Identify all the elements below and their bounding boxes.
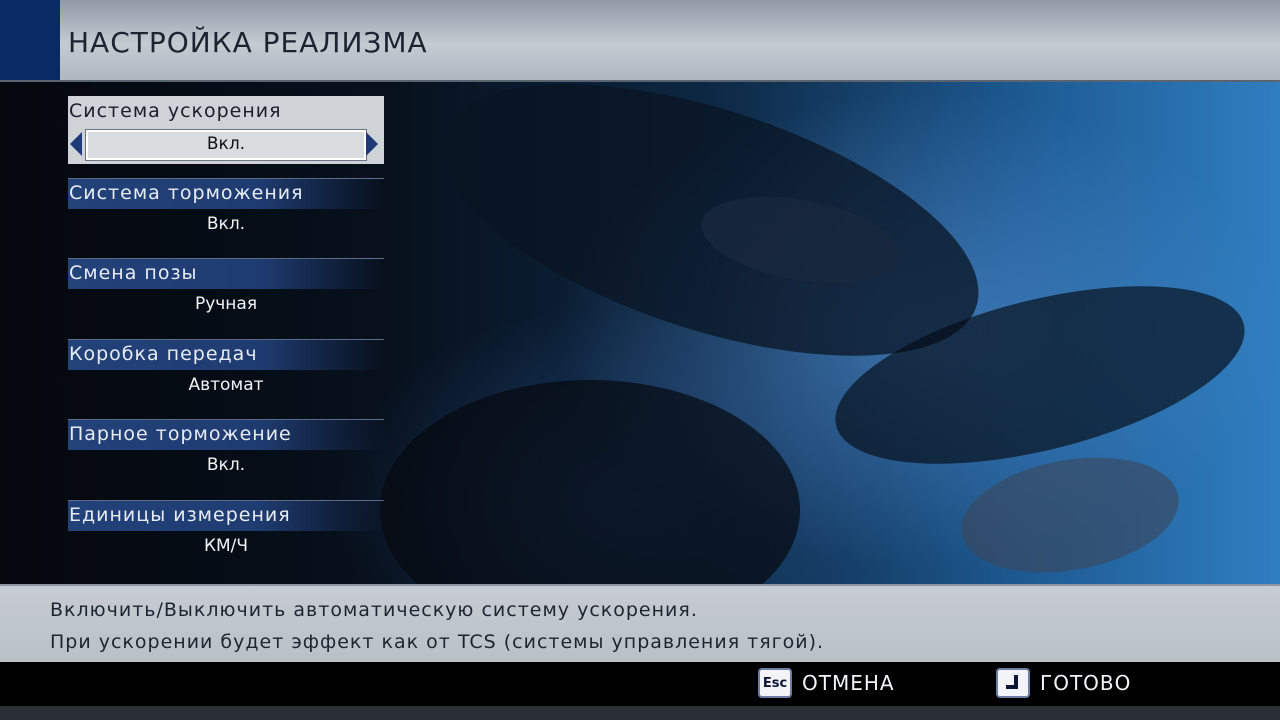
enter-key-icon [996,668,1030,698]
setting-label: Система ускорения [69,100,282,122]
cancel-button[interactable]: Esc ОТМЕНА [758,668,895,698]
setting-value: Автомат [188,375,264,395]
setting-acceleration-system[interactable]: Система ускорения Вкл. [68,96,384,164]
setting-braking-system[interactable]: Система торможения Вкл. [68,178,384,248]
setting-value: Вкл. [206,134,246,154]
footer-bar: Esc ОТМЕНА ГОТОВО [0,662,1280,720]
page-title: НАСТРОЙКА РЕАЛИЗМА [68,26,428,59]
setting-label: Коробка передач [69,343,258,365]
description-line-2: При ускорении будет эффект как от TCS (с… [50,631,825,653]
done-button[interactable]: ГОТОВО [996,668,1131,698]
description-line-1: Включить/Выключить автоматическую систем… [50,599,698,621]
setting-label: Смена позы [69,262,198,284]
esc-key-icon: Esc [758,668,792,698]
setting-combined-braking[interactable]: Парное торможение Вкл. [68,419,384,489]
setting-pose-change[interactable]: Смена позы Ручная [68,258,384,328]
bg-shape [952,441,1188,584]
setting-label: Единицы измерения [69,504,291,526]
bg-shape [380,380,800,584]
setting-gearbox[interactable]: Коробка передач Автомат [68,339,384,409]
setting-label: Парное торможение [69,423,292,445]
setting-value: Вкл. [206,214,246,234]
description-panel: Включить/Выключить автоматическую систем… [0,584,1280,664]
setting-value: КМ/Ч [203,536,249,556]
cancel-label: ОТМЕНА [802,671,895,695]
setting-value: Вкл. [206,455,246,475]
setting-label: Система торможения [69,182,304,204]
header-accent [0,0,60,80]
footer-strip [0,706,1280,720]
header-bar: НАСТРОЙКА РЕАЛИЗМА [0,0,1280,82]
done-label: ГОТОВО [1040,671,1132,695]
setting-value: Ручная [194,294,258,314]
enter-arrow-icon [1004,675,1022,691]
setting-units[interactable]: Единицы измерения КМ/Ч [68,500,384,570]
